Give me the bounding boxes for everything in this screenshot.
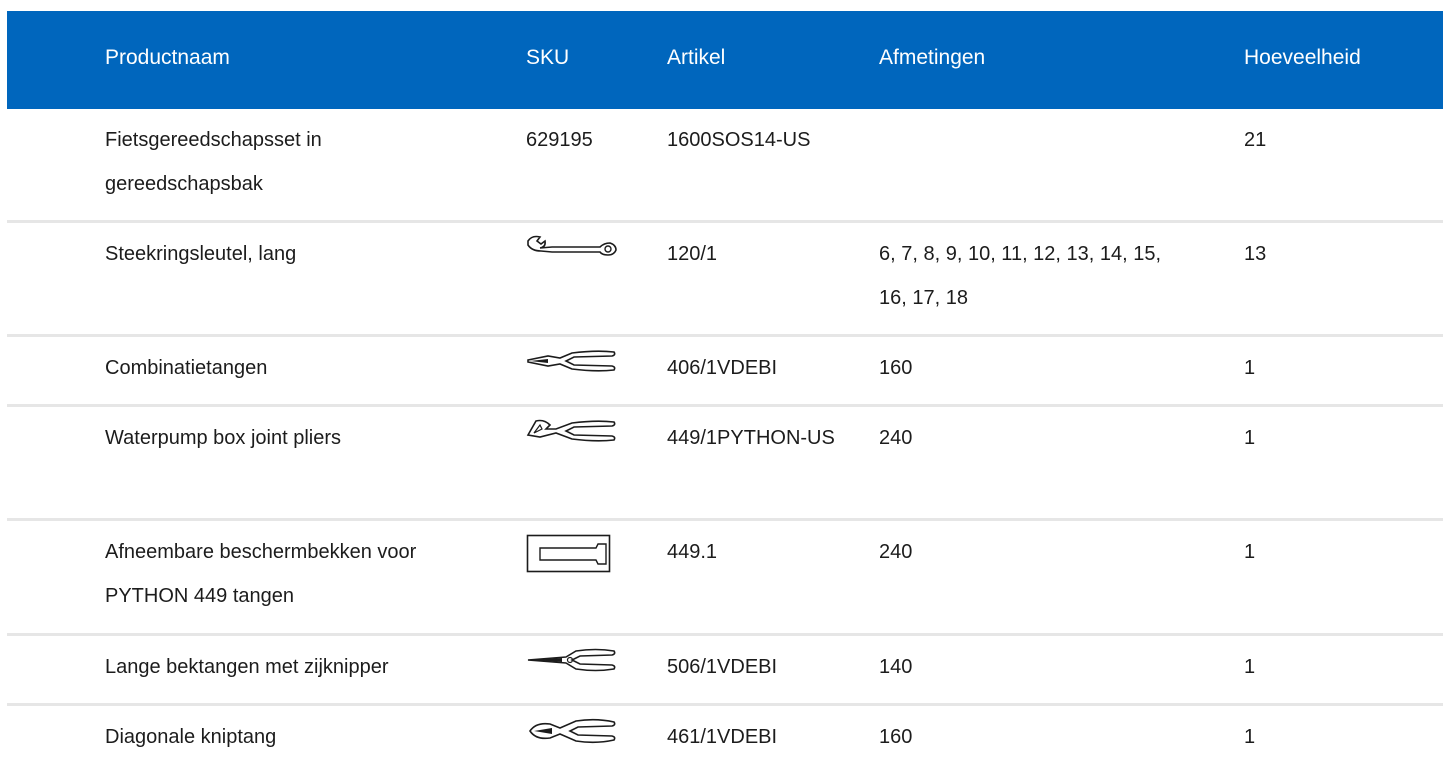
header-article[interactable]: Artikel: [667, 11, 857, 109]
header-quantity[interactable]: Hoeveelheid: [1244, 11, 1424, 109]
long-nose-pliers-icon: [526, 646, 618, 674]
article-value: 406/1VDEBI: [667, 357, 778, 379]
dimensions-value: 160: [879, 726, 913, 748]
article-value: 449/1PYTHON-US: [667, 427, 835, 449]
table-row: Diagonale kniptang 461/1VDEBI 160 1: [7, 706, 1443, 766]
article-value: 449.1: [667, 541, 718, 563]
product-name: Waterpump box joint pliers: [105, 427, 342, 449]
table-row: Combinatietangen 406/1VDEBI 160 1: [7, 337, 1443, 407]
article-value: 1600SOS14-US: [667, 129, 811, 151]
quantity-value: 1: [1244, 427, 1256, 449]
quantity-value: 13: [1244, 243, 1267, 265]
product-name: Steekringsleutel, lang: [105, 243, 297, 265]
table-header: Productnaam SKU Artikel Afmetingen Hoeve…: [7, 11, 1443, 109]
table-row: Lange bektangen met zijknipper 506/1VDEB…: [7, 636, 1443, 706]
quantity-value: 1: [1244, 726, 1256, 748]
dimensions-value: 160: [879, 357, 913, 379]
quantity-value: 1: [1244, 541, 1256, 563]
dimensions-value: 140: [879, 656, 913, 678]
dimensions-value: 240: [879, 427, 913, 449]
article-value: 461/1VDEBI: [667, 726, 778, 748]
header-product-name[interactable]: Productnaam: [105, 11, 505, 109]
dimensions-value: 6, 7, 8, 9, 10, 11, 12, 13, 14, 15, 16, …: [879, 243, 1162, 309]
waterpump-pliers-icon: [526, 417, 618, 445]
table-row: Fietsgereedschapsset in gereedschapsbak …: [7, 109, 1443, 223]
product-table: Productnaam SKU Artikel Afmetingen Hoeve…: [7, 11, 1443, 766]
quantity-value: 1: [1244, 357, 1256, 379]
combination-pliers-icon: [526, 347, 618, 375]
product-name: Afneembare beschermbekken voor PYTHON 44…: [105, 541, 417, 607]
product-name: Combinatietangen: [105, 357, 268, 379]
header-sku[interactable]: SKU: [526, 11, 646, 109]
dimensions-value: 240: [879, 541, 913, 563]
product-name: Diagonale kniptang: [105, 726, 277, 748]
table-row: Afneembare beschermbekken voor PYTHON 44…: [7, 521, 1443, 636]
table-row: Waterpump box joint pliers 449/1PYTHON-U…: [7, 407, 1443, 521]
quantity-value: 21: [1244, 129, 1267, 151]
header-dimensions[interactable]: Afmetingen: [879, 11, 1209, 109]
sku-value: 629195: [526, 129, 593, 151]
diagonal-cutter-icon: [526, 716, 618, 746]
quantity-value: 1: [1244, 656, 1256, 678]
table-row: Steekringsleutel, lang 120/1 6, 7, 8, 9,…: [7, 223, 1443, 337]
wrench-icon: [526, 233, 618, 257]
product-name: Lange bektangen met zijknipper: [105, 656, 389, 678]
article-value: 120/1: [667, 243, 718, 265]
protective-jaws-icon: [526, 534, 612, 574]
product-name: Fietsgereedschapsset in gereedschapsbak: [105, 129, 322, 195]
article-value: 506/1VDEBI: [667, 656, 778, 678]
